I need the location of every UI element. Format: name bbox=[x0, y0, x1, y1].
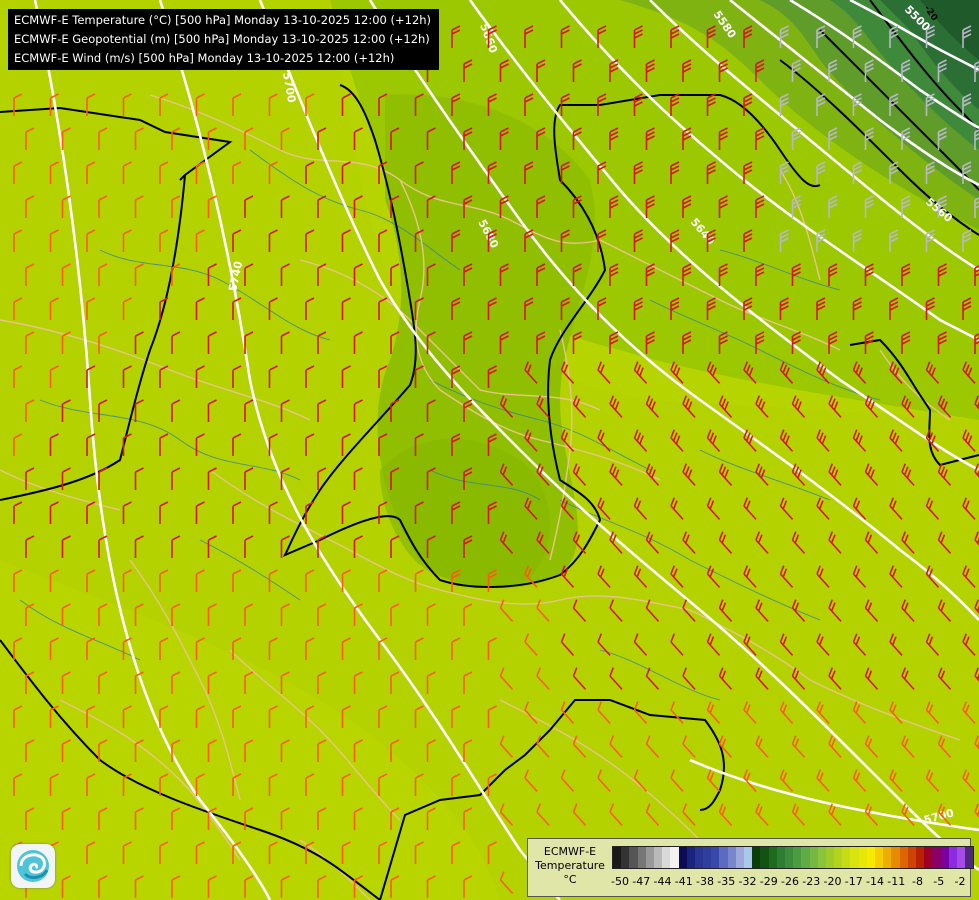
legend-swatch bbox=[694, 847, 704, 868]
legend-swatch bbox=[932, 847, 941, 868]
legend-swatch bbox=[948, 847, 957, 868]
legend-tick-label: -5 bbox=[933, 875, 945, 888]
legend-tick-label: -2 bbox=[954, 875, 966, 888]
legend-swatch bbox=[637, 847, 646, 868]
title-geopotential: ECMWF-E Geopotential (m) [500 hPa] Monda… bbox=[14, 32, 430, 46]
legend-swatch bbox=[858, 847, 867, 868]
legend-ticks: -50 -47 -44 -41 -38 -35 -32 -29 -26 -23 -20 -17 -14-… bbox=[611, 875, 968, 889]
legend-tick-label: -50 bbox=[611, 875, 629, 888]
legend-swatch bbox=[752, 847, 761, 868]
legend-swatch bbox=[907, 847, 916, 868]
legend-tick-label: -29 bbox=[759, 875, 778, 888]
legend-swatch bbox=[719, 847, 728, 868]
legend-tick-label: -41 bbox=[674, 875, 693, 888]
legend-swatch bbox=[899, 847, 908, 868]
legend-tick-label: -11 bbox=[887, 875, 906, 888]
legend-swatch bbox=[924, 847, 933, 868]
legend-swatch bbox=[965, 847, 974, 868]
legend-tick-label: -20 bbox=[823, 875, 842, 888]
legend-swatch bbox=[653, 847, 663, 868]
legend-swatch bbox=[686, 847, 695, 868]
legend-swatch bbox=[891, 847, 900, 868]
title-wind: ECMWF-E Wind (m/s) [500 hPa] Monday 13-1… bbox=[14, 51, 395, 65]
legend-tick-label: -14 bbox=[866, 875, 884, 888]
legend-tick-label: -8 bbox=[912, 875, 923, 888]
ecmwf-swirl-icon bbox=[11, 844, 55, 888]
legend-swatch bbox=[784, 847, 794, 868]
legend-swatch bbox=[915, 847, 925, 868]
legend-swatch bbox=[776, 847, 785, 868]
legend-swatch bbox=[678, 847, 687, 868]
legend-swatch bbox=[834, 847, 843, 868]
legend-swatch bbox=[956, 847, 966, 868]
legend-swatch bbox=[850, 847, 859, 868]
legend-swatch bbox=[629, 847, 638, 868]
legend-swatch bbox=[875, 847, 884, 868]
legend-color-bar bbox=[612, 846, 975, 869]
legend-swatch bbox=[940, 847, 949, 868]
legend-swatch bbox=[866, 847, 875, 868]
legend-swatch bbox=[760, 847, 769, 868]
legend-tick-label: -26 bbox=[781, 875, 799, 888]
legend-swatch bbox=[711, 847, 720, 868]
legend-swatch bbox=[793, 847, 802, 868]
legend-tick-label: -32 bbox=[738, 875, 757, 888]
legend-swatch bbox=[613, 847, 622, 868]
legend-tick-label: -44 bbox=[653, 875, 672, 888]
legend-swatch bbox=[703, 847, 712, 868]
legend-swatch bbox=[662, 847, 671, 868]
legend-swatch bbox=[801, 847, 810, 868]
legend-swatch bbox=[809, 847, 818, 868]
legend-title-line: °C bbox=[563, 873, 577, 886]
legend-swatch bbox=[735, 847, 744, 868]
legend-swatch bbox=[817, 847, 826, 868]
legend-tick-label: -23 bbox=[802, 875, 821, 888]
legend-title-line: Temperature bbox=[535, 859, 605, 872]
legend-swatch bbox=[842, 847, 851, 868]
legend-title-line: ECMWF-E bbox=[543, 845, 597, 858]
legend-swatch bbox=[768, 847, 777, 868]
legend-swatch bbox=[645, 847, 654, 868]
legend-swatch bbox=[744, 847, 753, 868]
weather-map: 5660 5680 5700 5740 5640 5580 5560 5500 … bbox=[0, 0, 979, 900]
legend-swatch bbox=[727, 847, 736, 868]
legend-swatch bbox=[825, 847, 835, 868]
legend-tick-label: -38 bbox=[696, 875, 714, 888]
map-title-box: ECMWF-E Temperature (°C) [500 hPa] Monda… bbox=[8, 9, 440, 70]
title-temperature: ECMWF-E Temperature (°C) [500 hPa] Monda… bbox=[14, 13, 432, 27]
legend-swatch bbox=[621, 847, 630, 868]
legend-tick-label: -35 bbox=[717, 875, 736, 888]
legend-tick-label: -17 bbox=[844, 875, 863, 888]
temperature-legend: ECMWF-E Temperature °C -50 -47 -44 -41 -38 -3… bbox=[527, 838, 975, 897]
legend-swatch bbox=[670, 847, 679, 868]
legend-title: ECMWF-E Temperature °C bbox=[532, 845, 608, 887]
legend-swatch bbox=[883, 847, 892, 868]
legend-tick-label: -47 bbox=[632, 875, 651, 888]
